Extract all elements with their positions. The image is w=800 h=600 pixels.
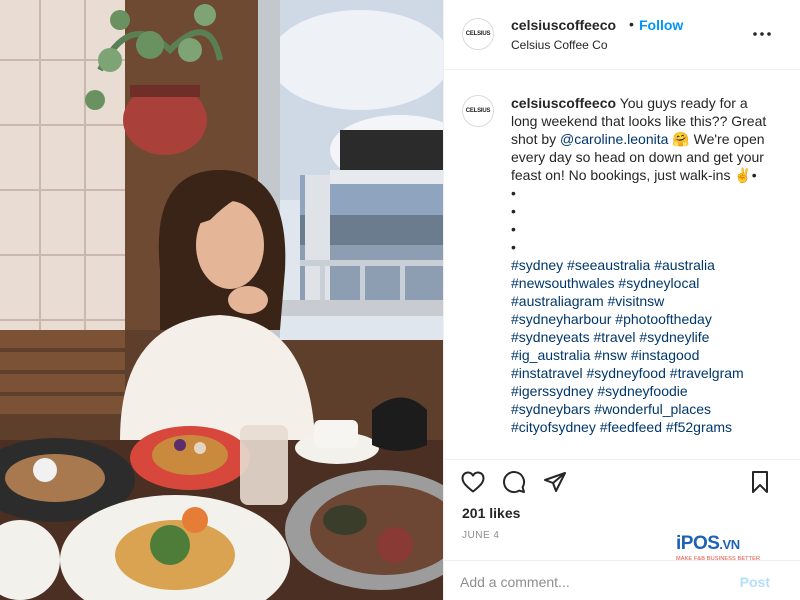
bookmark-icon[interactable] [746, 468, 774, 496]
hashtag-link[interactable]: #feedfeed [600, 419, 662, 435]
hashtag-link[interactable]: #instatravel [511, 365, 583, 381]
post-details-panel: CELSIUS celsiuscoffeeco • Follow Celsius… [443, 0, 800, 600]
hashtag-link[interactable]: #travel [594, 329, 636, 345]
avatar-logo-text: CELSIUS [465, 31, 491, 37]
post-date[interactable]: JUNE 4 [462, 530, 499, 541]
post-photo-illustration [0, 0, 443, 600]
paper-plane-icon[interactable] [541, 468, 569, 496]
ipos-logo-pos: POS [680, 533, 720, 554]
post-photo[interactable] [0, 0, 443, 600]
header-location[interactable]: Celsius Coffee Co [511, 38, 608, 52]
hashtag-link[interactable]: #photooftheday [615, 311, 712, 327]
comment-bar: Post [444, 560, 800, 600]
heart-icon[interactable] [459, 468, 487, 496]
caption-mention-link[interactable]: @caroline.leonita [560, 131, 668, 147]
comment-bubble-icon[interactable] [500, 468, 528, 496]
comment-input[interactable] [460, 571, 720, 593]
follow-button[interactable]: Follow [639, 17, 683, 33]
more-options-icon[interactable] [752, 24, 772, 44]
hashtag-link[interactable]: #f52grams [666, 419, 732, 435]
bullet-line: • [511, 239, 516, 255]
caption-text: celsiuscoffeeco You guys ready for a lon… [511, 94, 773, 436]
hashtag-link[interactable]: #ig_australia [511, 347, 590, 363]
hashtag-link[interactable]: #sydneylocal [618, 275, 699, 291]
hashtag-link[interactable]: #sydneyharbour [511, 311, 611, 327]
hashtag-link[interactable]: #australiagram [511, 293, 604, 309]
hashtag-link[interactable]: #instagood [631, 347, 700, 363]
hashtag-link[interactable]: #sydneybars [511, 401, 590, 417]
hashtag-link[interactable]: #newsouthwales [511, 275, 615, 291]
profile-avatar[interactable]: CELSIUS [462, 18, 494, 50]
ipos-logo-vn: .VN [719, 537, 740, 552]
avatar-logo-text: CELSIUS [465, 108, 491, 114]
hashtag-link[interactable]: #sydneyeats [511, 329, 590, 345]
header-separator: • [629, 16, 634, 32]
caption-section: CELSIUS celsiuscoffeeco You guys ready f… [444, 71, 800, 458]
hugging-face-emoji: 🤗 [672, 131, 690, 147]
hashtag-link[interactable]: #seeaustralia [567, 257, 650, 273]
likes-count[interactable]: 201 likes [462, 505, 520, 521]
caption-avatar[interactable]: CELSIUS [462, 95, 494, 127]
bullet-line: • [511, 203, 516, 219]
hashtag-list: #sydney #seeaustralia #australia #newsou… [511, 256, 773, 436]
caption-username[interactable]: celsiuscoffeeco [511, 95, 616, 111]
hashtag-link[interactable]: #wonderful_places [594, 401, 711, 417]
hashtag-link[interactable]: #sydneyfood [586, 365, 665, 381]
hashtag-link[interactable]: #nsw [594, 347, 627, 363]
hashtag-link[interactable]: #sydneylife [639, 329, 709, 345]
hashtag-link[interactable]: #cityofsydney [511, 419, 596, 435]
bullet-line: • [511, 221, 516, 237]
action-bar [444, 459, 800, 499]
post-header: CELSIUS celsiuscoffeeco • Follow Celsius… [444, 0, 800, 70]
hashtag-link[interactable]: #sydney [511, 257, 563, 273]
caption-bullets: • • • • [511, 184, 773, 256]
bullet-line: • [511, 185, 516, 201]
hashtag-link[interactable]: #travelgram [670, 365, 744, 381]
post-comment-button[interactable]: Post [740, 574, 770, 590]
hashtag-link[interactable]: #igerssydney [511, 383, 594, 399]
window [258, 0, 443, 340]
ipos-logo: iPOS.VN [676, 533, 740, 555]
header-username[interactable]: celsiuscoffeeco [511, 17, 616, 33]
hashtag-link[interactable]: #sydneyfoodie [597, 383, 687, 399]
hashtag-link[interactable]: #australia [654, 257, 715, 273]
hashtag-link[interactable]: #visitnsw [608, 293, 665, 309]
